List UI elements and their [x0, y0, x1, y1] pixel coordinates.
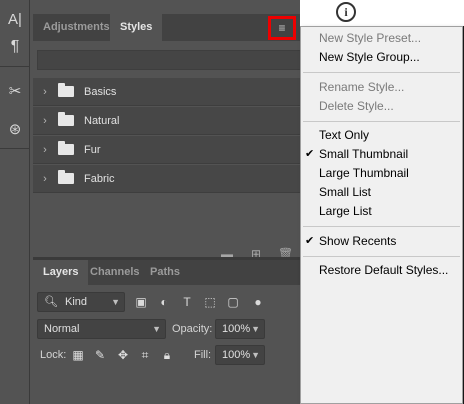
info-panel-fragment: i	[300, 0, 464, 26]
style-group-label: Natural	[84, 114, 120, 127]
filter-kind-value: Kind	[65, 296, 88, 308]
chevron-right-icon[interactable]: ›	[36, 173, 54, 185]
menu-item-label: Rename Style...	[319, 80, 405, 94]
menu-separator	[303, 226, 460, 227]
type-tool-icon[interactable]: A|	[0, 6, 30, 32]
menu-item-label: Show Recents	[319, 234, 397, 248]
search-icon: 🔍︎	[44, 296, 58, 308]
lock-all-icon[interactable]: 🔒︎	[160, 348, 174, 362]
fill-input[interactable]: 100% ▼	[215, 345, 265, 365]
menu-item-small-thumbnail[interactable]: ✔ Small Thumbnail	[301, 145, 462, 164]
menu-item-new-style-preset[interactable]: New Style Preset...	[301, 29, 462, 48]
opacity-label: Opacity:	[172, 323, 213, 335]
menu-separator	[303, 256, 460, 257]
smart-object-filter-icon[interactable]: ▢	[226, 295, 240, 309]
folder-icon	[58, 83, 74, 97]
info-icon[interactable]: i	[336, 2, 356, 22]
menu-item-label: New Style Group...	[319, 50, 420, 64]
blend-mode-value: Normal	[44, 323, 80, 335]
filter-toggle-icon[interactable]: ●	[251, 295, 265, 309]
fill-label: Fill:	[194, 349, 212, 361]
chevron-down-icon: ▼	[111, 297, 120, 307]
checkmark-icon: ✔	[305, 235, 315, 247]
adjust-icon[interactable]: ⊛	[0, 116, 30, 142]
tab-paths[interactable]: Paths	[140, 260, 190, 285]
lock-position-icon[interactable]: ✥	[116, 348, 130, 362]
menu-item-label: Large Thumbnail	[319, 166, 409, 180]
menu-item-show-recents[interactable]: ✔ Show Recents	[301, 232, 462, 251]
folder-icon	[58, 112, 74, 126]
paragraph-icon[interactable]: ¶	[0, 34, 30, 60]
menu-item-label: Text Only	[319, 128, 370, 142]
menu-item-new-style-group[interactable]: New Style Group...	[301, 48, 462, 67]
tool-strip: A| ¶ ✂ ⊛	[0, 0, 30, 404]
checkmark-icon: ✔	[305, 148, 315, 160]
opacity-input[interactable]: 100% ▼	[215, 319, 265, 339]
lock-image-pixels-icon[interactable]: ✎	[93, 348, 107, 362]
shape-filter-icon[interactable]: ⬚	[203, 295, 217, 309]
menu-item-small-list[interactable]: Small List	[301, 183, 462, 202]
menu-item-delete-style[interactable]: Delete Style...	[301, 97, 462, 116]
menu-item-label: Delete Style...	[319, 99, 394, 113]
chevron-right-icon[interactable]: ›	[36, 115, 54, 127]
fill-value: 100%	[222, 349, 251, 361]
type-filter-icon[interactable]: T	[180, 295, 194, 309]
menu-item-large-list[interactable]: Large List	[301, 202, 462, 221]
chevron-down-icon: ▼	[251, 350, 260, 360]
lock-label: Lock:	[40, 349, 67, 361]
hamburger-icon: ≡	[278, 21, 286, 35]
tab-styles[interactable]: Styles	[110, 14, 163, 41]
menu-item-text-only[interactable]: Text Only	[301, 126, 462, 145]
menu-item-label: Small List	[319, 185, 372, 199]
menu-item-restore-default-styles[interactable]: Restore Default Styles...	[301, 261, 462, 280]
style-group-label: Fabric	[84, 172, 115, 185]
chevron-right-icon[interactable]: ›	[36, 86, 54, 98]
chevron-down-icon: ▼	[152, 324, 161, 334]
opacity-value: 100%	[222, 323, 251, 335]
style-group-label: Basics	[84, 85, 117, 98]
tools-icon[interactable]: ✂	[0, 78, 30, 104]
menu-item-large-thumbnail[interactable]: Large Thumbnail	[301, 164, 462, 183]
menu-item-label: Small Thumbnail	[319, 147, 409, 161]
menu-item-label: Restore Default Styles...	[319, 263, 449, 277]
style-group-label: Fur	[84, 143, 101, 156]
adjustment-filter-icon[interactable]: ◐	[157, 295, 171, 309]
chevron-down-icon: ▼	[251, 324, 260, 334]
menu-item-label: Large List	[319, 204, 372, 218]
filter-kind-select[interactable]: 🔍︎ Kind ▼	[37, 292, 125, 312]
tab-adjustments[interactable]: Adjustments	[33, 14, 120, 41]
folder-icon	[58, 170, 74, 184]
image-filter-icon[interactable]: ▣	[134, 295, 148, 309]
folder-icon	[58, 141, 74, 155]
styles-panel-flyout-menu: New Style Preset... New Style Group... R…	[300, 26, 463, 404]
lock-transparent-pixels-icon[interactable]: ▦	[71, 348, 85, 362]
panel-menu-button[interactable]: ≡	[268, 16, 296, 40]
menu-separator	[303, 121, 460, 122]
chevron-right-icon[interactable]: ›	[36, 144, 54, 156]
tool-separator	[0, 148, 30, 149]
blend-mode-select[interactable]: Normal ▼	[37, 319, 166, 339]
menu-item-rename-style[interactable]: Rename Style...	[301, 78, 462, 97]
tool-separator	[0, 66, 30, 67]
menu-item-label: New Style Preset...	[319, 31, 422, 45]
lock-artboard-icon[interactable]: ⌗	[138, 348, 152, 362]
menu-separator	[303, 72, 460, 73]
